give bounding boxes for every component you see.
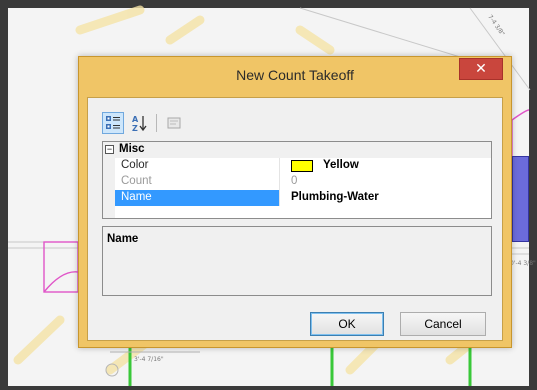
dialog-title: New Count Takeoff: [236, 67, 354, 83]
description-panel: Name: [102, 226, 492, 296]
cancel-button[interactable]: Cancel: [400, 312, 486, 336]
property-name: Color: [121, 159, 149, 171]
close-button[interactable]: ✕: [459, 58, 503, 80]
property-grid[interactable]: − Misc Color Yellow Count 0 Name Plumbin…: [102, 141, 492, 219]
sort-alphabetical-icon: A Z: [132, 115, 147, 132]
property-row-count[interactable]: Count 0: [103, 174, 491, 190]
dialog-titlebar[interactable]: New Count Takeoff ✕: [79, 57, 511, 97]
property-pages-button[interactable]: [163, 112, 185, 134]
property-grid-toolbar: A Z: [102, 112, 185, 134]
property-name: Name: [121, 191, 152, 203]
column-divider: [279, 174, 280, 190]
close-icon: ✕: [475, 60, 487, 76]
description-title: Name: [107, 233, 139, 245]
column-divider: [279, 190, 280, 206]
column-divider: [279, 158, 280, 174]
dimension-label: 0'-4 3/8": [510, 260, 536, 267]
ok-button[interactable]: OK: [310, 312, 384, 336]
category-row-misc[interactable]: − Misc: [103, 142, 491, 158]
toolbar-separator: [156, 114, 157, 132]
blue-area-shape: [512, 156, 529, 242]
property-row-color[interactable]: Color Yellow: [103, 158, 491, 174]
property-value-input[interactable]: Plumbing-Water: [291, 191, 379, 203]
dialog-client-area: A Z − Misc Color Yellow Count 0 Name Plu…: [87, 97, 503, 341]
new-count-takeoff-dialog: New Count Takeoff ✕ A Z − Misc Color Yel…: [78, 56, 512, 348]
categorized-view-icon: [106, 116, 120, 129]
dimension-label: 3'-4 7/16": [134, 356, 164, 363]
property-value: Yellow: [323, 159, 359, 171]
property-pages-icon: [167, 117, 181, 129]
property-value: 0: [291, 175, 298, 187]
svg-text:A: A: [132, 115, 139, 124]
property-name: Count: [121, 175, 152, 187]
property-row-name[interactable]: Name Plumbing-Water: [103, 190, 491, 206]
alphabetical-button[interactable]: A Z: [128, 112, 150, 134]
category-label: Misc: [119, 143, 145, 155]
collapse-icon[interactable]: −: [105, 145, 114, 154]
color-swatch: [291, 160, 313, 172]
categorized-button[interactable]: [102, 112, 124, 134]
svg-text:Z: Z: [132, 124, 138, 132]
